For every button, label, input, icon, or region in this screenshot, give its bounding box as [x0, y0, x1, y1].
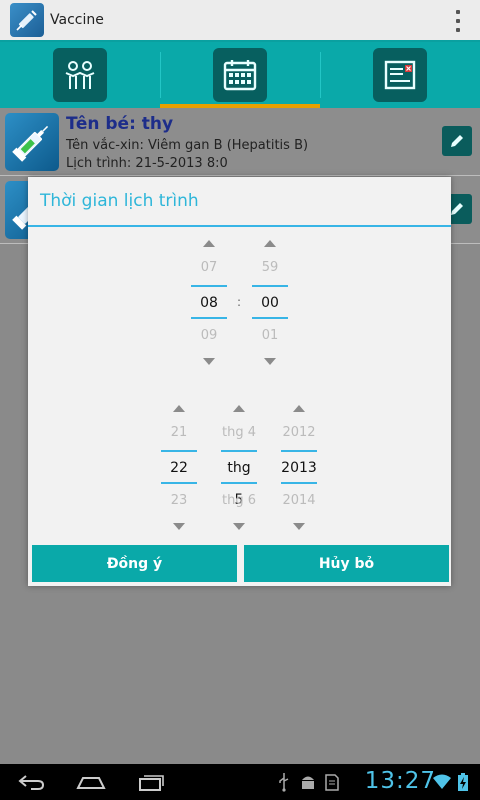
- day-up-arrow-icon[interactable]: [161, 400, 197, 416]
- list-item[interactable]: Tên bé: thy Tên vắc-xin: Viêm gan B (Hep…: [0, 108, 480, 176]
- syringe-app-icon[interactable]: [10, 3, 44, 37]
- year-next[interactable]: 2014: [281, 484, 317, 518]
- schedule-time-dialog: Thời gian lịch trình 07 08 09 : 59 00 01…: [28, 177, 451, 586]
- back-icon[interactable]: [16, 772, 46, 796]
- day-current[interactable]: 22: [161, 450, 197, 484]
- minute-prev[interactable]: 59: [252, 251, 288, 285]
- recent-apps-icon[interactable]: [136, 772, 166, 796]
- month-next[interactable]: thg 6: [221, 484, 257, 518]
- hour-next[interactable]: 09: [191, 319, 227, 353]
- syringe-icon: [5, 113, 59, 171]
- vaccine-name: Tên vắc-xin: Viêm gan B (Hepatitis B): [66, 138, 309, 153]
- day-next[interactable]: 23: [161, 484, 197, 518]
- overflow-menu-icon[interactable]: [456, 10, 462, 32]
- month-picker[interactable]: thg 4 thg 5 thg 6: [221, 400, 257, 534]
- wifi-icon: [432, 773, 452, 795]
- month-current[interactable]: thg 5: [221, 450, 257, 508]
- cancel-button[interactable]: Hủy bỏ: [244, 545, 449, 582]
- hour-prev[interactable]: 07: [191, 251, 227, 285]
- month-prev[interactable]: thg 4: [221, 416, 257, 450]
- edit-pencil-icon[interactable]: [442, 126, 472, 156]
- system-nav-bar: 13:27: [0, 764, 480, 800]
- tab-schedule[interactable]: [160, 42, 320, 108]
- time-separator: :: [237, 295, 242, 309]
- year-up-arrow-icon[interactable]: [281, 400, 317, 416]
- minute-current[interactable]: 00: [252, 285, 288, 319]
- minute-picker[interactable]: 59 00 01: [252, 235, 288, 369]
- sd-card-icon: [324, 772, 340, 796]
- home-icon[interactable]: [76, 772, 106, 796]
- year-prev[interactable]: 2012: [281, 416, 317, 450]
- schedule-date: Lịch trình: 21-5-2013 8:0: [66, 156, 228, 171]
- children-icon: [53, 48, 107, 102]
- app-title: Vaccine: [50, 12, 104, 28]
- minute-down-arrow-icon[interactable]: [252, 353, 288, 369]
- android-debug-icon: [299, 772, 317, 796]
- action-bar: Vaccine: [0, 0, 480, 42]
- tab-children[interactable]: [0, 42, 160, 108]
- day-down-arrow-icon[interactable]: [161, 518, 197, 534]
- child-name: Tên bé: thy: [66, 114, 174, 134]
- minute-up-arrow-icon[interactable]: [252, 235, 288, 251]
- day-prev[interactable]: 21: [161, 416, 197, 450]
- hour-picker[interactable]: 07 08 09: [191, 235, 227, 369]
- hour-down-arrow-icon[interactable]: [191, 353, 227, 369]
- hour-up-arrow-icon[interactable]: [191, 235, 227, 251]
- records-icon: [373, 48, 427, 102]
- tab-bar: [0, 42, 480, 108]
- status-clock: 13:27: [364, 768, 436, 794]
- calendar-icon: [213, 48, 267, 102]
- day-picker[interactable]: 21 22 23: [161, 400, 197, 534]
- hour-current[interactable]: 08: [191, 285, 227, 319]
- minute-next[interactable]: 01: [252, 319, 288, 353]
- year-down-arrow-icon[interactable]: [281, 518, 317, 534]
- year-current[interactable]: 2013: [281, 450, 317, 484]
- ok-button[interactable]: Đồng ý: [32, 545, 237, 582]
- month-down-arrow-icon[interactable]: [221, 518, 257, 534]
- battery-charging-icon: [457, 772, 469, 796]
- dialog-title: Thời gian lịch trình: [28, 177, 451, 227]
- year-picker[interactable]: 2012 2013 2014: [281, 400, 317, 534]
- tab-records[interactable]: [320, 42, 480, 108]
- month-up-arrow-icon[interactable]: [221, 400, 257, 416]
- usb-icon: [278, 772, 290, 796]
